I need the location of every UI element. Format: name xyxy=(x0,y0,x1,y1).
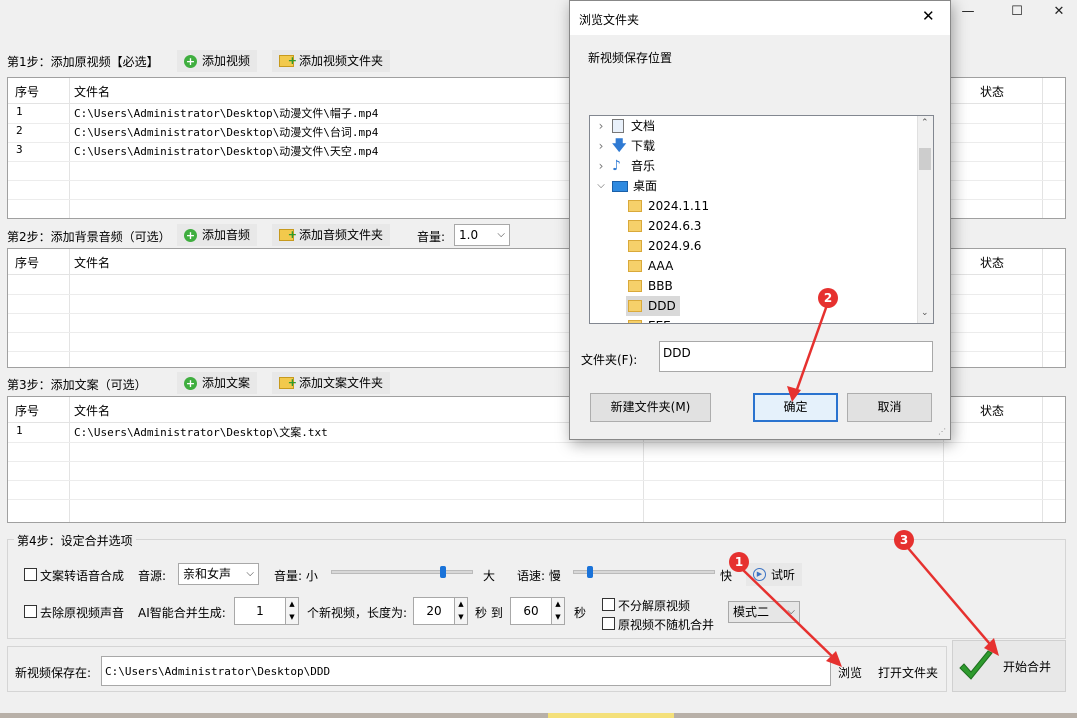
arrow-3 xyxy=(907,547,996,651)
annotation-marker-2: 2 xyxy=(818,288,838,308)
arrow-2-head xyxy=(787,386,801,402)
annotation-marker-3: 3 xyxy=(894,530,914,550)
arrow-1 xyxy=(740,567,839,663)
arrow-2 xyxy=(793,304,829,396)
annotation-marker-1: 1 xyxy=(729,552,749,572)
annotation-arrows xyxy=(740,304,999,667)
